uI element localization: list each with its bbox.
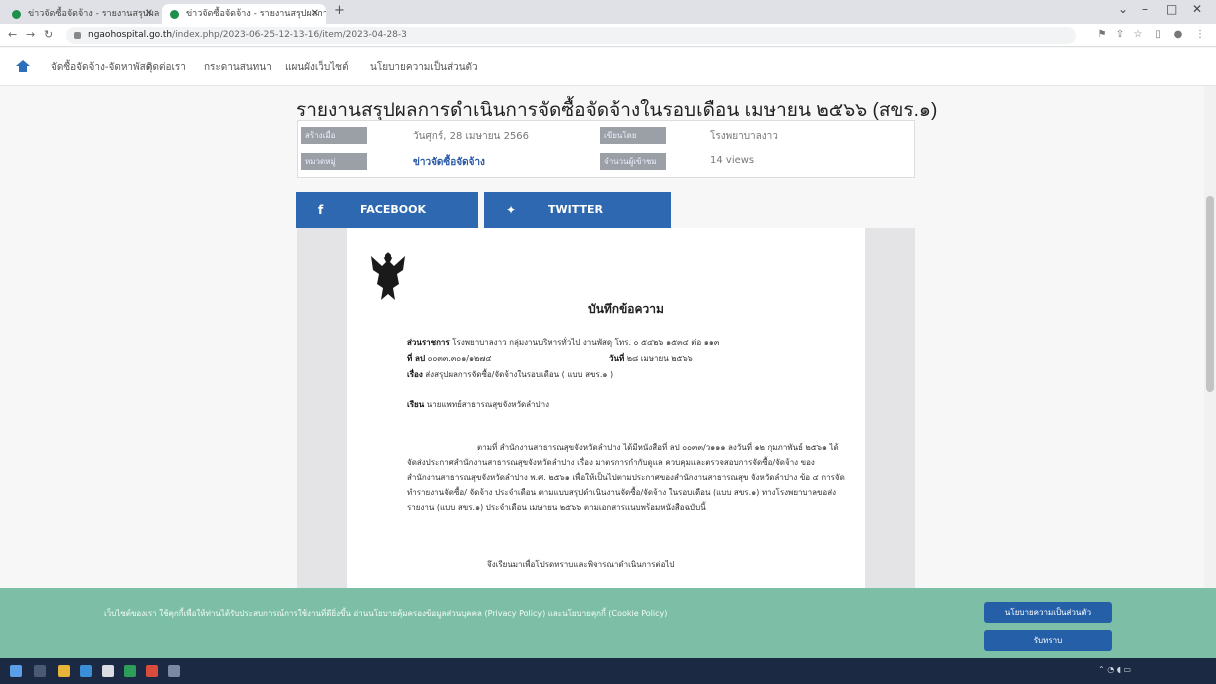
memo-agency-value: โรงพยาบาลงาว กลุ่มงานบริหารทั่วไป งานพัส… (452, 338, 720, 347)
memo-subject-label: เรื่อง (407, 370, 423, 379)
site-navigation: จัดซื้อจัดจ้าง-จัดหาพัสดุ ติดต่อเรา กระด… (0, 48, 1216, 86)
minimize-icon[interactable]: – (1142, 2, 1148, 16)
memo-date-value: ๒๘ เมษายน ๒๕๖๖ (626, 354, 693, 363)
browser-tab-active[interactable]: ข่าวจัดซื้อจัดจ้าง - รายงานสรุปผลการ ✕ (162, 4, 326, 24)
memo-agency-line: ส่วนราชการ โรงพยาบาลงาว กลุ่มงานบริหารทั… (407, 336, 719, 349)
memo-ref-value: ๐๐๓๓.๓๐๑/๑๒๗๔ (427, 354, 492, 363)
meta-views-value: 14 views (710, 155, 755, 166)
bookmark-star-icon[interactable]: ☆ (1132, 29, 1144, 41)
system-tray[interactable]: ⌃ ◔ ◖ ▭ (1098, 665, 1131, 674)
app-icon[interactable] (168, 665, 180, 677)
twitter-share-button[interactable]: ✦ TWITTER (484, 192, 671, 228)
memo-subject-value: ส่งสรุปผลการจัดซื้อ/จัดจ้างในรอบเดือน ( … (425, 370, 614, 379)
nav-item-contact[interactable]: ติดต่อเรา (146, 60, 186, 75)
document-viewer: บันทึกข้อความ ส่วนราชการ โรงพยาบาลงาว กล… (297, 228, 915, 588)
memo-ref-line: ที่ ลป ๐๐๓๓.๓๐๑/๑๒๗๔ (407, 352, 491, 365)
close-tab-icon[interactable]: ✕ (145, 4, 153, 24)
nav-item-forum[interactable]: กระดานสนทนา (204, 60, 272, 75)
back-icon[interactable]: ← (8, 28, 17, 41)
edge-icon[interactable] (80, 665, 92, 677)
url-path: /index.php/2023-06-25-12-13-16/item/2023… (172, 30, 407, 40)
memo-agency-label: ส่วนราชการ (407, 338, 450, 347)
chrome-icon[interactable] (146, 665, 158, 677)
menu-kebab-icon[interactable]: ⋮ (1194, 29, 1206, 41)
favicon-icon (12, 10, 21, 19)
tab-title: ข่าวจัดซื้อจัดจ้าง - รายงานสรุปผลการ (186, 9, 326, 19)
start-icon[interactable] (10, 665, 22, 677)
browser-tab-bar: ข่าวจัดซื้อจัดจ้าง - รายงานสรุปผลการ ✕ ข… (0, 0, 1216, 24)
spreadsheet-app-icon[interactable] (124, 665, 136, 677)
home-icon[interactable] (16, 60, 30, 72)
document-app-icon[interactable] (102, 665, 114, 677)
profile-icon[interactable]: ● (1172, 29, 1184, 41)
memo-date-label: วันที่ (609, 354, 625, 363)
meta-created-label: สร้างเมื่อ (301, 127, 367, 144)
cookie-text: เว็บไซต์ของเรา ใช้คุกกี้เพื่อให้ท่านได้ร… (104, 609, 668, 618)
memo-title: บันทึกข้อความ (588, 302, 664, 316)
close-tab-icon[interactable]: ✕ (311, 4, 319, 24)
cookie-accept-button[interactable]: รับทราบ (984, 630, 1112, 651)
lock-icon (74, 32, 81, 39)
meta-author-value: โรงพยาบาลงาว (710, 131, 778, 142)
meta-category-link[interactable]: ข่าวจัดซื้อจัดจ้าง (413, 155, 485, 170)
memo-to-line: เรียน นายแพทย์สาธารณสุขจังหวัดลำปาง (407, 398, 549, 411)
memo-date-line: วันที่ ๒๘ เมษายน ๒๕๖๖ (609, 352, 693, 365)
favicon-icon (170, 10, 179, 19)
garuda-emblem (371, 252, 405, 300)
memo-page: บันทึกข้อความ ส่วนราชการ โรงพยาบาลงาว กล… (347, 228, 865, 588)
memo-subject-line: เรื่อง ส่งสรุปผลการจัดซื้อ/จัดจ้างในรอบเ… (407, 368, 613, 381)
tab-search-icon[interactable]: ⌄ (1118, 2, 1128, 16)
reload-icon[interactable]: ↻ (44, 28, 53, 41)
share-page-icon[interactable]: ⇪ (1114, 29, 1126, 41)
nav-item-sitemap[interactable]: แผนผังเว็บไซต์ (285, 60, 349, 75)
file-explorer-icon[interactable] (58, 665, 70, 677)
meta-views-label: จำนวนผู้เข้าชม (600, 153, 666, 170)
page-scrollbar-thumb[interactable] (1206, 196, 1214, 392)
os-taskbar: ⌃ ◔ ◖ ▭ (0, 658, 1216, 684)
privacy-policy-button[interactable]: นโยบายความเป็นส่วนตัว (984, 602, 1112, 623)
nav-item-procurement[interactable]: จัดซื้อจัดจ้าง-จัดหาพัสดุ (51, 60, 152, 75)
tab-title: ข่าวจัดซื้อจัดจ้าง - รายงานสรุปผลการ (28, 9, 160, 19)
article-meta: สร้างเมื่อ วันศุกร์, 28 เมษายน 2566 เขีย… (297, 120, 915, 178)
memo-body: ตามที่ สำนักงานสาธารณสุขจังหวัดลำปาง ได้… (407, 443, 845, 512)
twitter-label: TWITTER (548, 203, 603, 216)
facebook-icon: f (318, 203, 324, 217)
meta-category-label: หมวดหมู่ (301, 153, 367, 170)
translate-icon[interactable]: ⚑ (1096, 29, 1108, 41)
address-bar-row: ← → ↻ ngaohospital.go.th/index.php/2023-… (0, 24, 1216, 47)
memo-to-label: เรียน (407, 400, 425, 409)
facebook-share-button[interactable]: f FACEBOOK (296, 192, 478, 228)
meta-created-value: วันศุกร์, 28 เมษายน 2566 (413, 131, 530, 142)
forward-icon[interactable]: → (26, 28, 35, 41)
search-icon[interactable] (34, 665, 46, 677)
meta-author-label: เขียนโดย (600, 127, 666, 144)
twitter-icon: ✦ (506, 203, 517, 217)
nav-item-privacy[interactable]: นโยบายความเป็นส่วนตัว (370, 60, 478, 75)
side-panel-icon[interactable]: ▯ (1152, 29, 1164, 41)
new-tab-icon[interactable]: + (334, 3, 345, 18)
browser-tab[interactable]: ข่าวจัดซื้อจัดจ้าง - รายงานสรุปผลการ ✕ (4, 4, 160, 24)
facebook-label: FACEBOOK (360, 203, 426, 216)
url-host: ngaohospital.go.th (88, 30, 173, 40)
close-window-icon[interactable]: ✕ (1192, 2, 1202, 16)
memo-closing: จึงเรียนมาเพื่อโปรดทราบและพิจารณาดำเนินก… (487, 560, 675, 569)
maximize-icon[interactable]: □ (1166, 2, 1177, 16)
memo-to-value: นายแพทย์สาธารณสุขจังหวัดลำปาง (426, 400, 550, 409)
memo-ref-label: ที่ ลป (407, 354, 426, 363)
cookie-banner: เว็บไซต์ของเรา ใช้คุกกี้เพื่อให้ท่านได้ร… (0, 588, 1216, 658)
url-field[interactable]: ngaohospital.go.th/index.php/2023-06-25-… (66, 27, 1076, 44)
